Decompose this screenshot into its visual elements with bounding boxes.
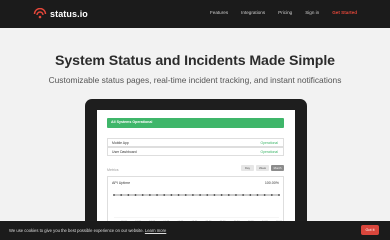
component-status: Operational xyxy=(260,149,278,154)
uptime-point xyxy=(177,194,180,196)
uptime-point xyxy=(263,194,266,196)
uptime-point xyxy=(113,194,115,196)
logo[interactable]: status.io xyxy=(33,7,88,21)
uptime-point xyxy=(156,194,158,196)
uptime-point xyxy=(220,194,223,196)
range-selector: Day Week Month xyxy=(241,165,284,171)
uptime-point xyxy=(163,194,166,196)
nav-integrations[interactable]: Integrations xyxy=(241,10,265,15)
uptime-point xyxy=(184,194,187,196)
laptop-mockup: All Systems Operational Mobile App Opera… xyxy=(85,99,307,229)
logo-text: status.io xyxy=(50,9,88,19)
uptime-point xyxy=(270,194,273,196)
uptime-point xyxy=(249,194,252,196)
component-status: Operational xyxy=(260,141,278,146)
learn-more-link[interactable]: Learn more xyxy=(145,228,166,233)
status-banner: All Systems Operational xyxy=(107,118,284,128)
cookie-banner: We use cookies to give you the best poss… xyxy=(0,221,390,240)
uptime-point xyxy=(127,194,130,196)
range-day-button[interactable]: Day xyxy=(241,165,254,171)
uptime-point xyxy=(192,194,194,196)
cookie-message: We use cookies to give you the best poss… xyxy=(9,228,144,233)
got-it-button[interactable]: Got it xyxy=(361,225,379,235)
component-name: Mobile App xyxy=(112,141,129,146)
nav-pricing[interactable]: Pricing xyxy=(278,10,292,15)
chart-title: API Uptime xyxy=(112,180,131,185)
range-month-button[interactable]: Month xyxy=(271,165,284,171)
cookie-text: We use cookies to give you the best poss… xyxy=(9,228,166,233)
main-nav: Features Integrations Pricing Sign in Ge… xyxy=(210,10,357,15)
uptime-point xyxy=(213,194,216,196)
component-row: User Dashboard Operational xyxy=(107,146,284,156)
uptime-point xyxy=(148,194,151,196)
signal-icon xyxy=(33,8,47,19)
range-week-button[interactable]: Week xyxy=(256,165,269,171)
uptime-point xyxy=(199,194,201,196)
uptime-point xyxy=(206,194,209,196)
uptime-point xyxy=(256,194,259,196)
uptime-point xyxy=(170,194,173,196)
nav-features[interactable]: Features xyxy=(210,10,228,15)
chart-value: 100.00% xyxy=(264,180,279,185)
uptime-point xyxy=(278,194,280,196)
uptime-point xyxy=(235,194,237,196)
status-banner-text: All Systems Operational xyxy=(111,120,153,125)
metrics-label: Metrics xyxy=(107,168,119,172)
uptime-point xyxy=(120,194,123,196)
uptime-point xyxy=(134,194,137,196)
hero-title: System Status and Incidents Made Simple xyxy=(55,53,335,69)
component-name: User Dashboard xyxy=(112,149,137,154)
site-header: status.io Features Integrations Pricing … xyxy=(0,0,390,28)
nav-sign-in[interactable]: Sign in xyxy=(305,10,319,15)
laptop-screen: All Systems Operational Mobile App Opera… xyxy=(97,110,295,229)
get-started-link[interactable]: Get Started xyxy=(332,10,357,15)
hero-subtitle: Customizable status pages, real-time inc… xyxy=(48,75,342,85)
uptime-point xyxy=(141,194,144,196)
uptime-point xyxy=(227,194,230,196)
uptime-point xyxy=(242,194,245,196)
